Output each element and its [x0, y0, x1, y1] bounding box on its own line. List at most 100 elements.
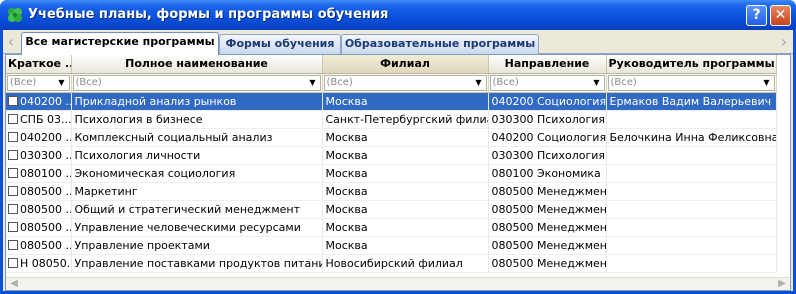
tab-study-forms[interactable]: Формы обучения — [219, 34, 341, 54]
tab-educational-programs[interactable]: Образовательные программы — [341, 34, 539, 54]
cell-full-name: Психология личности — [71, 146, 323, 165]
cell-direction: 040200 Социология — [488, 128, 607, 147]
filter-short-name[interactable]: (Все) ▼ — [7, 74, 70, 91]
cell-program-head — [606, 182, 777, 201]
cell-program-head — [606, 254, 777, 273]
cell-branch: Москва — [322, 146, 489, 165]
cell-full-name: Управление проектами — [71, 236, 323, 255]
filter-value: (Все) — [326, 76, 353, 88]
app-window: Учебные планы, формы и программы обучени… — [0, 0, 796, 294]
column-header-direction[interactable]: Направление — [488, 55, 607, 74]
cell-full-name: Экономическая социология — [71, 164, 323, 183]
filter-branch[interactable]: (Все) ▼ — [323, 74, 487, 91]
cell-branch: Санкт-Петербургский филиал — [322, 110, 489, 129]
row-checkbox[interactable] — [8, 95, 18, 106]
cell-direction: 080500 Менеджмент — [488, 182, 607, 201]
cell-direction: 080500 Менеджмент — [488, 200, 607, 219]
cell-direction: 080500 Менеджмент — [488, 254, 607, 273]
cell-program-head — [606, 146, 777, 165]
cell-branch: Москва — [322, 92, 489, 111]
programs-grid: Краткое ... Полное наименование Филиал Н… — [5, 54, 791, 291]
help-button[interactable]: ? — [746, 5, 767, 26]
filter-full-name[interactable]: (Все) ▼ — [72, 74, 321, 91]
close-button[interactable]: ✕ — [770, 5, 791, 26]
client-area: ‹ Все магистерские программы Формы обуче… — [3, 30, 793, 291]
row-checkbox[interactable] — [8, 149, 18, 160]
cell-program-head — [606, 218, 777, 237]
row-checkbox[interactable] — [8, 185, 18, 196]
table-row[interactable]: 080500 ... Управление проектами Москва 0… — [6, 236, 777, 255]
tab-scroll-right-icon[interactable]: › — [778, 34, 790, 50]
filter-value: (Все) — [75, 76, 102, 88]
tab-strip: ‹ Все магистерские программы Формы обуче… — [3, 30, 793, 55]
cell-branch: Новосибирский филиал — [322, 254, 489, 273]
row-checkbox[interactable] — [8, 257, 18, 268]
column-header-short-name[interactable]: Краткое ... — [6, 55, 72, 74]
column-header-full-name[interactable]: Полное наименование — [71, 55, 323, 74]
table-row[interactable]: 080100 ... Экономическая социология Моск… — [6, 164, 777, 183]
cell-full-name: Комплексный социальный анализ — [71, 128, 323, 147]
cell-program-head — [606, 164, 777, 183]
table-row[interactable]: 040200 ... Прикладной анализ рынков Моск… — [6, 92, 777, 111]
cell-branch: Москва — [322, 218, 489, 237]
cell-full-name: Управление поставками продуктов питания — [71, 254, 323, 273]
table-row[interactable]: 080500 ... Управление человеческими ресу… — [6, 218, 777, 237]
cell-short-name: 080500 ... — [20, 184, 71, 198]
filter-direction[interactable]: (Все) ▼ — [489, 74, 605, 91]
cell-direction: 080500 Менеджмент — [488, 236, 607, 255]
cell-short-name: 040200 ... — [20, 94, 71, 108]
row-checkbox[interactable] — [8, 239, 18, 250]
cell-short-name: 080500 ... — [20, 202, 71, 216]
dropdown-arrow-icon[interactable]: ▼ — [761, 77, 773, 89]
table-row[interactable]: СПБ 03... Психология в бизнесе Санкт-Пет… — [6, 110, 777, 129]
header-row: Краткое ... Полное наименование Филиал Н… — [6, 55, 777, 74]
row-checkbox[interactable] — [8, 221, 18, 232]
row-checkbox[interactable] — [8, 167, 18, 178]
help-icon: ? — [752, 7, 761, 23]
dropdown-arrow-icon[interactable]: ▼ — [591, 77, 603, 89]
cell-full-name: Общий и стратегический менеджмент — [71, 200, 323, 219]
cell-program-head: Ермаков Вадим Валерьевич — [606, 92, 777, 111]
tab-scroll-left-icon[interactable]: ‹ — [5, 34, 17, 50]
window-title: Учебные планы, формы и программы обучени… — [28, 7, 389, 22]
tab-all-master-programs[interactable]: Все магистерские программы — [21, 32, 219, 55]
table-row[interactable]: 030300 ... Психология личности Москва 03… — [6, 146, 777, 165]
cell-branch: Москва — [322, 200, 489, 219]
scroll-right-icon[interactable]: ▶ — [776, 278, 788, 290]
cell-full-name: Маркетинг — [71, 182, 323, 201]
cell-program-head: Белочкина Инна Феликсовна — [606, 128, 777, 147]
cell-program-head — [606, 200, 777, 219]
horizontal-scrollbar[interactable]: ◀ ▶ — [6, 277, 790, 290]
column-header-program-head[interactable]: Руководитель программы — [606, 55, 777, 74]
clover-icon — [8, 8, 22, 22]
filter-value: (Все) — [492, 76, 519, 88]
dropdown-arrow-icon[interactable]: ▼ — [473, 77, 485, 89]
cell-direction: 080500 Менеджмент — [488, 218, 607, 237]
table-row[interactable]: 080500 ... Общий и стратегический менедж… — [6, 200, 777, 219]
cell-short-name: СПБ 03... — [20, 112, 71, 126]
cell-branch: Москва — [322, 236, 489, 255]
filter-program-head[interactable]: (Все) ▼ — [607, 74, 775, 91]
cell-direction: 080100 Экономика — [488, 164, 607, 183]
row-checkbox[interactable] — [8, 131, 18, 142]
cell-program-head — [606, 110, 777, 129]
cell-short-name: Н 08050... — [20, 256, 71, 270]
cell-short-name: 030300 ... — [20, 148, 71, 162]
programs-table: Краткое ... Полное наименование Филиал Н… — [6, 55, 777, 273]
table-row[interactable]: 080500 ... Маркетинг Москва 080500 Менед… — [6, 182, 777, 201]
filter-row: (Все) ▼ (Все) ▼ (Все) ▼ (Все) ▼ (Все) ▼ — [6, 73, 777, 93]
table-row[interactable]: Н 08050... Управление поставками продукт… — [6, 254, 777, 273]
filter-value: (Все) — [10, 76, 37, 88]
row-checkbox[interactable] — [8, 113, 18, 124]
title-bar[interactable]: Учебные планы, формы и программы обучени… — [0, 0, 796, 30]
row-checkbox[interactable] — [8, 203, 18, 214]
table-row[interactable]: 040200 ... Комплексный социальный анализ… — [6, 128, 777, 147]
cell-short-name: 080500 ... — [20, 220, 71, 234]
dropdown-arrow-icon[interactable]: ▼ — [307, 77, 319, 89]
dropdown-arrow-icon[interactable]: ▼ — [56, 77, 68, 89]
cell-short-name: 080100 ... — [20, 166, 71, 180]
scroll-left-icon[interactable]: ◀ — [8, 278, 20, 290]
cell-full-name: Управление человеческими ресурсами — [71, 218, 323, 237]
cell-branch: Москва — [322, 182, 489, 201]
column-header-branch[interactable]: Филиал — [322, 55, 489, 74]
